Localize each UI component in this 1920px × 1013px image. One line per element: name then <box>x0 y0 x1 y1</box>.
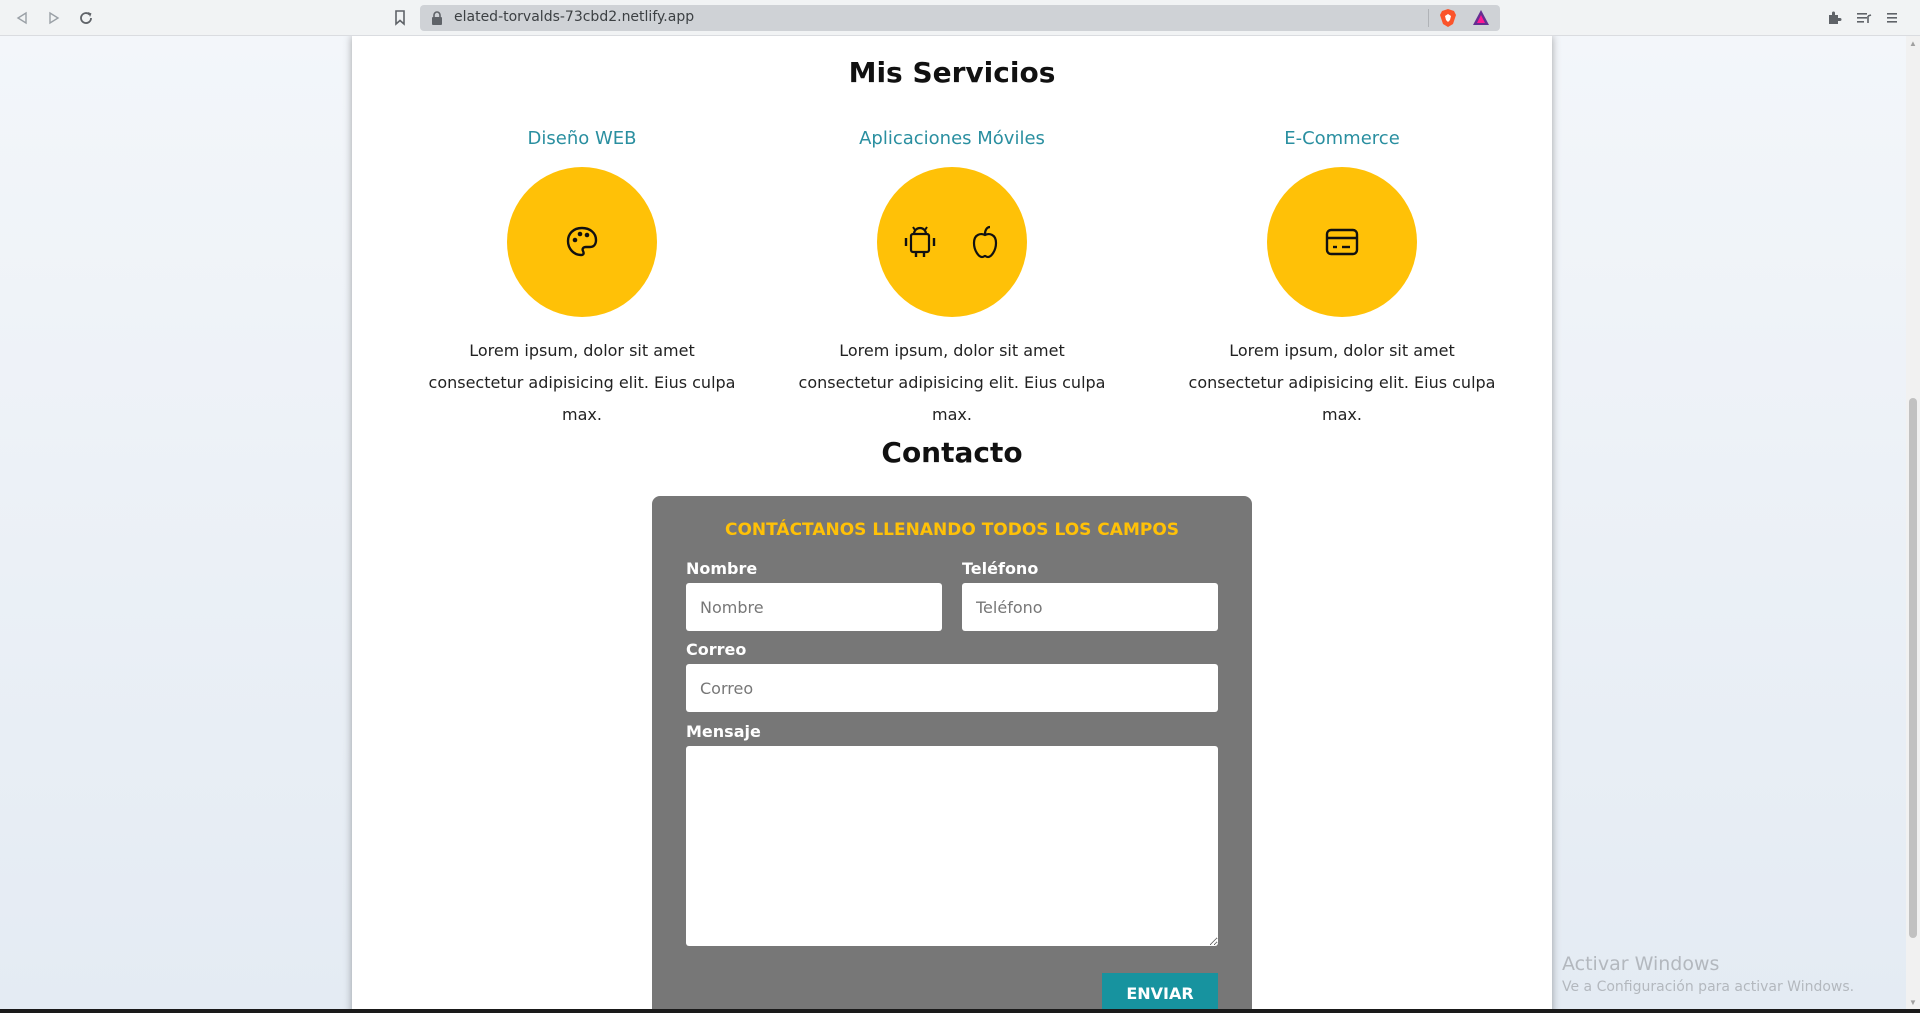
credit-card-icon <box>1325 228 1359 256</box>
scroll-down-icon[interactable]: ▼ <box>1909 999 1917 1007</box>
palette-icon <box>566 226 598 257</box>
service-ecommerce: E-Commerce Lorem ipsum, dolor sit amet c… <box>1172 128 1512 431</box>
forward-arrow-icon[interactable] <box>42 6 66 30</box>
bookmark-icon[interactable] <box>388 6 412 30</box>
contact-form: CONTÁCTANOS LLENANDO TODOS LOS CAMPOS No… <box>652 496 1252 1011</box>
name-field[interactable] <box>686 583 942 631</box>
lock-icon <box>432 11 442 25</box>
brave-rewards-icon[interactable] <box>1472 9 1490 27</box>
name-label: Nombre <box>686 559 758 578</box>
page-viewport: Mis Servicios Diseño WEB Lorem ipsum, do… <box>0 36 1906 1011</box>
android-icon <box>904 226 936 257</box>
service-mobile-apps: Aplicaciones Móviles Lorem ipsum, dolor … <box>782 128 1122 431</box>
windows-activation-title: Activar Windows <box>1562 953 1720 975</box>
page-scrollbar[interactable]: ▲ ▼ <box>1906 36 1920 1011</box>
scroll-up-icon[interactable]: ▲ <box>1909 40 1917 48</box>
back-arrow-icon[interactable] <box>10 6 34 30</box>
hamburger-menu-icon[interactable] <box>1880 6 1904 30</box>
form-heading: CONTÁCTANOS LLENANDO TODOS LOS CAMPOS <box>724 520 1180 540</box>
address-separator <box>1428 9 1429 27</box>
service-heading: Diseño WEB <box>527 128 637 149</box>
address-url: elated-torvalds-73cbd2.netlify.app <box>454 9 695 25</box>
playlist-icon[interactable] <box>1852 6 1876 30</box>
brave-shield-icon[interactable] <box>1438 8 1458 28</box>
puzzle-icon[interactable] <box>1822 6 1846 30</box>
contact-title: Contacto <box>881 436 1023 469</box>
phone-label: Teléfono <box>962 559 1039 578</box>
address-bar[interactable]: elated-torvalds-73cbd2.netlify.app <box>420 5 1500 31</box>
service-icon-circle <box>877 167 1027 317</box>
apple-icon <box>972 225 998 259</box>
taskbar-edge <box>0 1009 1920 1013</box>
service-description: Lorem ipsum, dolor sit amet consectetur … <box>428 341 736 424</box>
message-label: Mensaje <box>686 722 761 741</box>
email-label: Correo <box>686 640 747 659</box>
phone-field[interactable] <box>962 583 1218 631</box>
service-icon-circle <box>507 167 657 317</box>
reload-icon[interactable] <box>74 6 98 30</box>
browser-toolbar: elated-torvalds-73cbd2.netlify.app <box>0 0 1920 36</box>
service-description: Lorem ipsum, dolor sit amet consectetur … <box>798 341 1106 424</box>
service-description: Lorem ipsum, dolor sit amet consectetur … <box>1188 341 1496 424</box>
service-heading: Aplicaciones Móviles <box>859 128 1045 149</box>
page-card: Mis Servicios Diseño WEB Lorem ipsum, do… <box>352 36 1552 1011</box>
scrollbar-thumb[interactable] <box>1909 398 1917 938</box>
services-title: Mis Servicios <box>848 56 1056 89</box>
service-heading: E-Commerce <box>1284 128 1400 149</box>
message-field[interactable] <box>686 746 1218 946</box>
service-icon-circle <box>1267 167 1417 317</box>
windows-activation-subtitle: Ve a Configuración para activar Windows. <box>1562 979 1855 995</box>
service-web-design: Diseño WEB Lorem ipsum, dolor sit amet c… <box>412 128 752 431</box>
send-button[interactable]: ENVIAR <box>1102 973 1218 1011</box>
email-field[interactable] <box>686 664 1218 712</box>
